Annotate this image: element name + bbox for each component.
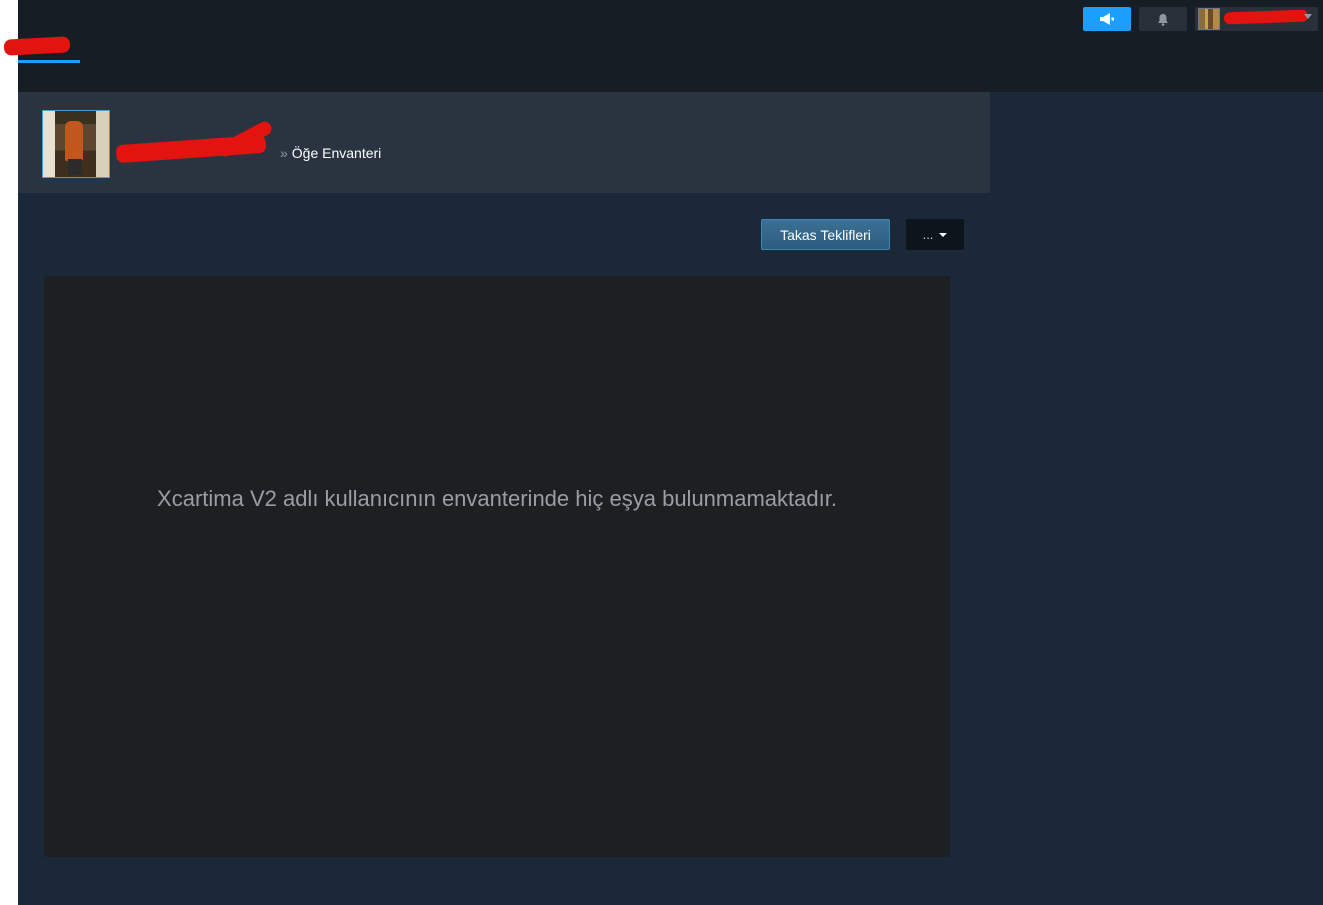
avatar-figure xyxy=(65,121,83,161)
top-navigation-bar xyxy=(3,0,1323,92)
notifications-button[interactable] xyxy=(1139,7,1187,31)
steam-inventory-page: » Öğe Envanteri Takas Teklifleri ... Xca… xyxy=(3,0,1323,905)
breadcrumb: » Öğe Envanteri xyxy=(115,119,382,164)
breadcrumb-separator: » xyxy=(280,145,288,161)
redaction-mark xyxy=(3,36,71,56)
avatar[interactable] xyxy=(42,110,110,178)
announcements-button[interactable] xyxy=(1083,7,1131,31)
bell-icon xyxy=(1158,13,1168,26)
caret-down-icon xyxy=(939,232,948,237)
more-options-button[interactable]: ... xyxy=(906,219,964,250)
account-avatar xyxy=(1198,8,1220,30)
inventory-panel: Xcartima V2 adlı kullanıcının envanterin… xyxy=(44,276,950,857)
megaphone-icon xyxy=(1100,13,1114,25)
trade-offers-button[interactable]: Takas Teklifleri xyxy=(761,219,890,250)
profile-name-link[interactable] xyxy=(115,119,274,164)
account-menu[interactable] xyxy=(1195,7,1318,31)
site-logo[interactable] xyxy=(3,34,82,64)
more-options-label: ... xyxy=(922,227,934,242)
chevron-down-icon xyxy=(1304,14,1312,19)
logo-underline xyxy=(18,60,80,63)
avatar-figure-legs xyxy=(68,159,82,175)
empty-inventory-message: Xcartima V2 adlı kullanıcının envanterin… xyxy=(157,486,837,511)
breadcrumb-current-page: Öğe Envanteri xyxy=(291,145,382,161)
redaction-mark xyxy=(1223,9,1309,25)
profile-header: » Öğe Envanteri xyxy=(18,92,990,193)
